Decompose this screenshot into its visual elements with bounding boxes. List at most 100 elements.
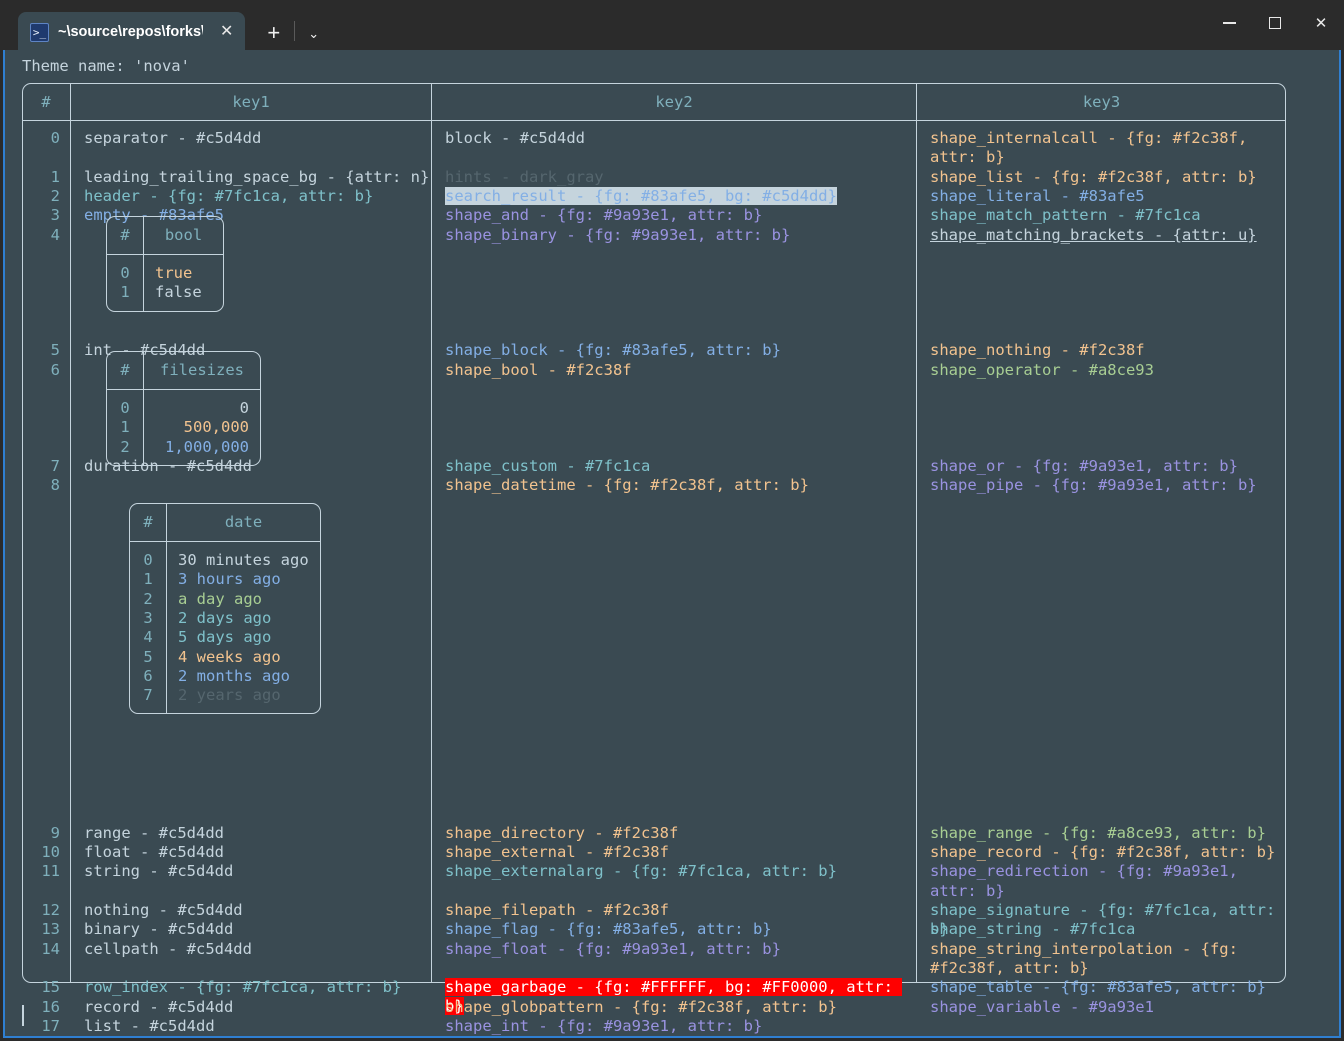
table-cell-key3: shape_range - {fg: #a8ce93, attr: b} [930,823,1266,842]
table-cell-key3: shape_redirection - {fg: #9a93e1, attr: … [930,862,1248,900]
table-cell-key1: binary - #c5d4dd [84,920,234,939]
header-separator [22,120,1286,122]
row-index: 8 [50,476,60,495]
table-cell-key3: shape_string_interpolation - {fg: #f2c38… [930,939,1248,977]
row-index: 14 [41,939,60,958]
text-cursor [22,1005,24,1026]
nested-row-index: 3 [143,608,153,627]
nested-header-separator [107,389,260,391]
table-cell-key3: shape_variable - #9a93e1 [930,997,1154,1016]
table-cell-key1: list - #c5d4dd [84,1016,215,1035]
table-cell-key3: foreground - #c5d4dd [917,1036,1286,1038]
row-index: 15 [41,978,60,997]
row-index: 16 [41,997,60,1016]
bool-table: # bool 0 true 1 false [106,216,224,312]
table-cell-key2: search_result - {fg: #83afe5, bg: #c5d4d… [432,186,916,206]
nested-row-index: 1 [120,283,130,302]
table-cell-key2: shape_internalcall - {fg: #f2c38f, attr:… [432,1036,916,1038]
row-index: 17 [41,1016,60,1035]
table-cell-key3: shape_matching_brackets - {attr: u} [930,225,1257,244]
nested-header-index: # [120,361,130,379]
table-cell-key3: shape_or - {fg: #9a93e1, attr: b} [930,457,1238,476]
new-tab-button[interactable]: + [267,22,280,44]
table-cell-key2: shape_float - {fg: #9a93e1, attr: b} [445,939,781,958]
nested-row-value: 5 days ago [178,628,272,647]
nested-row-index: 2 [120,437,130,456]
table-cell-key1: cellpath - #c5d4dd [84,939,252,958]
date-table: # date 0 30 minutes ago 1 3 hours ago 2 a day a… [129,503,321,715]
table-cell-key2: shape_externalarg - {fg: #7fc1ca, attr: … [445,862,837,881]
nested-header-value: bool [164,226,203,244]
table-cell-key3: shape_operator - #a8ce93 [930,360,1154,379]
row-index: 1 [50,167,60,186]
nested-row-value: true [155,264,193,282]
filesizes-table: # filesizes 0 0 1 500,000 2 1,000,000 [106,351,261,466]
table-cell-key2: shape_custom - #7fc1ca [445,457,651,476]
table-cell-key3: shape_record - {fg: #f2c38f, attr: b} [930,843,1276,862]
row-index: 3 [50,206,60,225]
close-window-button[interactable]: ✕ [1298,0,1344,46]
row-index: 0 [50,129,60,147]
table-cell-key3: shape_literal - #83afe5 [930,186,1145,205]
terminal-window: >_ ~\source\repos\forks\nu_scrip ✕ + ⌄ ✕… [0,0,1344,1041]
table-cell-key3: shape_list - {fg: #f2c38f, attr: b} [930,167,1257,186]
nested-row-index: 2 [143,589,153,608]
table-cell-key3: shape_table - {fg: #83afe5, attr: b} [930,978,1266,997]
table-cell-key1: block - #c5d4dd [71,1036,431,1038]
row-index: 9 [50,823,60,842]
row-index: 2 [50,186,60,205]
table-cell-key1: range - #c5d4dd [84,823,224,842]
table-cell-key1: row_index - {fg: #7fc1ca, attr: b} [84,978,402,997]
column-header-key2: key2 [655,92,693,111]
table-cell-key3: shape_nothing - #f2c38f [930,341,1145,360]
table-cell-key2: shape_block - {fg: #83afe5, attr: b} [445,341,781,360]
nested-row-index: 0 [143,551,153,569]
outer-table: # key1 key2 key3 0 1 2 3 4 5 6 7 8 9 10 11 12 13 14 15 1… [22,83,1286,1035]
row-index: 13 [41,920,60,939]
tab-title: ~\source\repos\forks\nu_scrip [58,24,203,40]
table-cell-key3: shape_string - #7fc1ca [930,920,1136,939]
nested-row-index: 1 [143,570,153,589]
maximize-icon [1269,17,1281,29]
close-tab-icon[interactable]: ✕ [216,24,237,40]
row-index: 4 [50,225,60,244]
theme-name-line: Theme name: 'nova' [22,57,190,75]
nested-row-value: false [155,283,202,302]
table-cell-key2: shape_external - #f2c38f [445,843,669,862]
nested-row-value: 500,000 [183,418,249,437]
column-header-key1: key1 [232,92,270,111]
terminal-viewport[interactable]: Theme name: 'nova' # key1 key2 key3 0123… [3,50,1341,1038]
powershell-icon: >_ [30,22,49,42]
nested-row-value: 3 hours ago [178,570,281,589]
table-cell-key1: separator - #c5d4dd [84,129,262,147]
table-cell-key3: shape_match_pattern - #7fc1ca [930,206,1201,225]
row-index: 10 [41,843,60,862]
chevron-down-icon[interactable]: ⌄ [308,27,319,40]
maximize-button[interactable] [1252,0,1298,46]
table-cell-key1: leading_trailing_space_bg - {attr: n} [84,167,430,186]
nested-row-index: 0 [120,264,130,282]
nested-row-index: 7 [143,686,153,705]
nested-row-index: 6 [143,666,153,685]
nested-row-value: 0 [239,399,249,417]
minimize-button[interactable] [1206,0,1252,46]
table-cell-key3: shape_internalcall - {fg: #f2c38f, attr:… [930,129,1257,167]
nested-header-separator [107,254,223,256]
tabbar-divider [294,21,296,41]
table-cell-key2: block - #c5d4dd [445,129,585,147]
row-index: 18 [41,1036,60,1038]
table-cell-key2: shape_filepath - #f2c38f [445,901,669,919]
window-controls: ✕ [1206,0,1344,46]
row-index: 5 [50,341,60,360]
table-cell-key1: float - #c5d4dd [84,843,224,862]
table-cell-key1: nothing - #c5d4dd [84,901,243,919]
table-cell-key1: record - #c5d4dd [84,997,234,1016]
nested-row-value: a day ago [178,589,262,608]
nested-row-index: 5 [143,647,153,666]
minimize-icon [1222,22,1236,24]
terminal-tab[interactable]: >_ ~\source\repos\forks\nu_scrip ✕ [18,12,246,52]
nested-row-index: 0 [120,399,130,417]
row-index: 12 [41,901,60,919]
nested-row-value: 2 months ago [178,666,290,685]
nested-row-value: 4 weeks ago [178,647,281,666]
